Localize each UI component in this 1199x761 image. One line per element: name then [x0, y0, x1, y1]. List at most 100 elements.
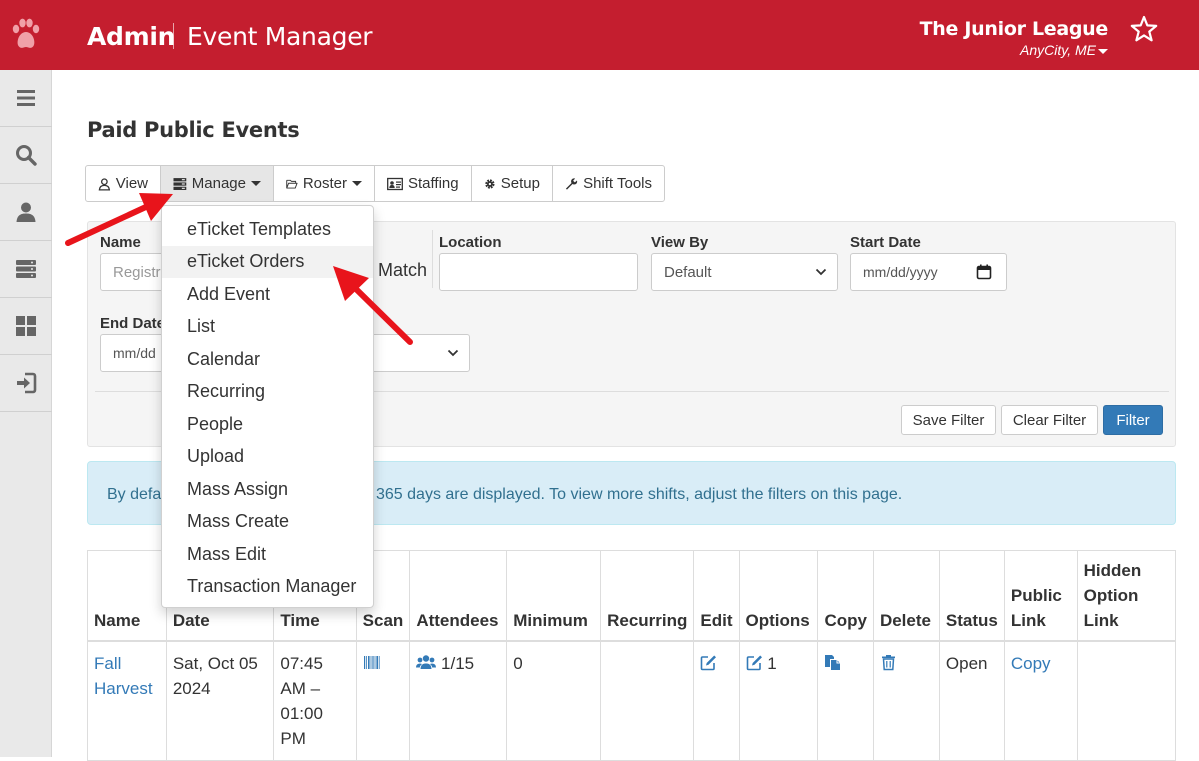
edit-icon[interactable]: [700, 654, 717, 671]
shift-tools-button[interactable]: Shift Tools: [552, 165, 665, 202]
left-sidebar: [0, 70, 52, 757]
col-header-public-link: Public Link: [1003, 550, 1078, 642]
user-outline-icon: [98, 177, 111, 191]
attendees-count: 1/15: [441, 653, 475, 673]
table-row: Fall Harvest Sat, Oct 05 2024 07:45 AM –…: [87, 640, 1177, 761]
paw-logo-icon[interactable]: [10, 18, 42, 52]
users-icon[interactable]: [416, 654, 437, 671]
col-header-status[interactable]: Status: [938, 550, 1005, 642]
clear-filter-button[interactable]: Clear Filter: [1001, 405, 1098, 435]
view-button[interactable]: View: [85, 165, 161, 202]
col-header-recurring: Recurring: [600, 550, 695, 642]
cell-minimum: 0: [506, 640, 602, 761]
setup-button[interactable]: Setup: [471, 165, 553, 202]
sidebar-item-menu[interactable]: [0, 70, 52, 127]
menu-item-eticket-orders[interactable]: eTicket Orders: [162, 245, 373, 278]
col-header-name[interactable]: Name: [87, 550, 167, 642]
options-count: 1: [767, 653, 777, 673]
calendar-icon[interactable]: [976, 264, 992, 280]
org-location: AnyCity, ME: [1020, 42, 1096, 58]
search-icon: [16, 145, 37, 166]
view-by-label: View By: [651, 234, 709, 251]
menu-item-transaction-manager[interactable]: Transaction Manager: [162, 571, 373, 604]
col-header-copy: Copy: [817, 550, 874, 642]
gear-icon: [485, 178, 495, 189]
filter-divider: [432, 230, 433, 288]
wrench-icon: [565, 177, 578, 190]
sidebar-item-user[interactable]: [0, 184, 52, 241]
col-header-edit: Edit: [693, 550, 740, 642]
menu-item-recurring[interactable]: Recurring: [162, 376, 373, 409]
menu-item-list[interactable]: List: [162, 311, 373, 344]
sidebar-item-dashboard[interactable]: [0, 298, 52, 355]
roster-button[interactable]: Roster: [273, 165, 375, 202]
staffing-button[interactable]: Staffing: [374, 165, 472, 202]
menu-item-mass-create[interactable]: Mass Create: [162, 506, 373, 539]
cell-date: Sat, Oct 05 2024: [165, 640, 275, 761]
end-date-input[interactable]: mm/dd: [100, 334, 170, 372]
view-button-label: View: [115, 175, 148, 192]
org-name[interactable]: The Junior League: [920, 18, 1109, 40]
col-header-attendees: Attendees: [409, 550, 508, 642]
cell-attendees: 1/15: [409, 640, 508, 761]
sidebar-item-server[interactable]: [0, 241, 52, 298]
menu-icon: [17, 90, 35, 106]
edit-options-icon[interactable]: [746, 654, 763, 671]
save-filter-button[interactable]: Save Filter: [901, 405, 996, 435]
star-icon[interactable]: [1130, 15, 1158, 43]
app-title[interactable]: Event Manager: [187, 22, 373, 51]
menu-item-calendar[interactable]: Calendar: [162, 343, 373, 376]
cell-delete: [872, 640, 940, 761]
cell-options: 1: [738, 640, 819, 761]
server-icon: [173, 177, 187, 190]
caret-down-icon: [352, 181, 362, 186]
col-header-options: Options: [738, 550, 819, 642]
page-title: Paid Public Events: [87, 118, 300, 142]
sidebar-item-sign-in[interactable]: [0, 355, 52, 412]
sidebar-item-search[interactable]: [0, 127, 52, 184]
cell-name: Fall Harvest: [87, 640, 167, 761]
col-header-minimum: Minimum: [506, 550, 602, 642]
col-header-delete: Delete: [872, 550, 940, 642]
brand-admin[interactable]: Admin: [87, 22, 175, 51]
cell-public-link: Copy: [1003, 640, 1078, 761]
menu-item-eticket-templates[interactable]: eTicket Templates: [162, 213, 373, 246]
location-filter-input[interactable]: [439, 253, 638, 291]
info-alert-text-end: 365 days are displayed. To view more shi…: [376, 486, 903, 503]
menu-item-people[interactable]: People: [162, 408, 373, 441]
barcode-icon[interactable]: [363, 654, 380, 671]
brand-separator: [173, 23, 174, 49]
event-toolbar: View Manage Roster Staffing Setup Shift …: [85, 165, 665, 202]
view-by-select[interactable]: Default: [651, 253, 838, 291]
start-date-input[interactable]: mm/dd/yyyy: [850, 253, 1007, 291]
staffing-button-label: Staffing: [408, 175, 459, 192]
shift-tools-button-label: Shift Tools: [583, 175, 652, 192]
menu-item-mass-assign[interactable]: Mass Assign: [162, 473, 373, 506]
view-by-value: Default: [664, 263, 712, 281]
menu-item-add-event[interactable]: Add Event: [162, 278, 373, 311]
menu-item-upload[interactable]: Upload: [162, 441, 373, 474]
trash-icon[interactable]: [880, 654, 897, 671]
roster-button-label: Roster: [302, 175, 347, 192]
id-card-icon: [387, 177, 403, 190]
manage-dropdown-menu: eTicket Templates eTicket Orders Add Eve…: [161, 205, 374, 608]
name-filter-input[interactable]: Registra: [100, 253, 170, 291]
cell-hidden-option-link: [1076, 640, 1177, 761]
top-bar: Admin Event Manager The Junior League An…: [0, 0, 1199, 70]
start-date-value: mm/dd/yyyy: [863, 264, 938, 280]
info-alert-text-start: By defa: [107, 486, 162, 503]
org-location-dropdown[interactable]: AnyCity, ME: [1020, 42, 1108, 58]
copy-public-link[interactable]: Copy: [1011, 654, 1051, 673]
end-date-label: End Date: [100, 315, 166, 332]
cell-status: Open: [938, 640, 1005, 761]
filter-select[interactable]: [360, 334, 470, 372]
copy-icon[interactable]: [824, 654, 841, 671]
folder-open-icon: [286, 179, 298, 189]
manage-button[interactable]: Manage: [160, 165, 274, 202]
dashboard-icon: [16, 316, 36, 336]
event-name-link[interactable]: Fall Harvest: [94, 654, 153, 698]
location-filter-label: Location: [439, 234, 502, 251]
chevron-down-icon: [815, 268, 827, 276]
menu-item-mass-edit[interactable]: Mass Edit: [162, 538, 373, 571]
filter-button[interactable]: Filter: [1103, 405, 1163, 435]
